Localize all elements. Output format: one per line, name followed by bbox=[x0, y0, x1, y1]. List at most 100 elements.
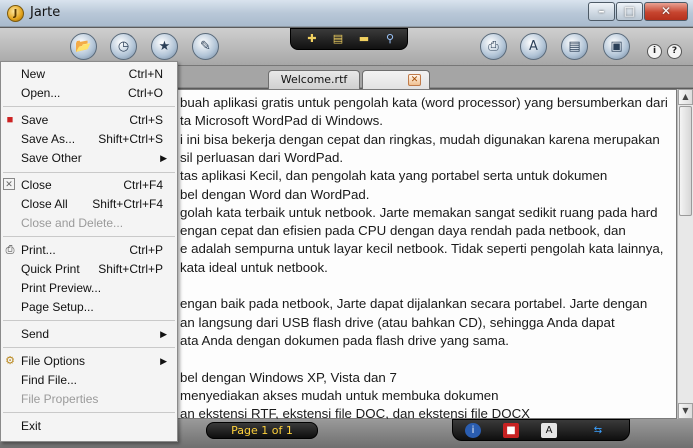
menu-item-label: Close and Delete... bbox=[21, 216, 124, 230]
menu-item-quick-print[interactable]: Quick Print Shift+Ctrl+P bbox=[1, 260, 177, 279]
menu-item-file-options[interactable]: ⚙ File Options ▶ bbox=[1, 352, 177, 371]
menu-separator bbox=[3, 412, 175, 413]
font-status-icon[interactable]: A bbox=[541, 423, 557, 438]
print-icon[interactable]: ⎙ bbox=[480, 33, 507, 60]
menu-item-print-preview[interactable]: Print Preview... bbox=[1, 279, 177, 298]
window-title: Jarte bbox=[30, 5, 61, 20]
chart-icon[interactable]: ▤ bbox=[329, 31, 347, 47]
menu-item-label: Close bbox=[21, 178, 52, 192]
menu-item-shortcut: Ctrl+O bbox=[127, 86, 163, 100]
maximize-icon: □ bbox=[623, 4, 636, 18]
document-line: bel dengan Word dan WordPad. bbox=[180, 187, 370, 202]
menu-item-close[interactable]: ✕ Close Ctrl+F4 bbox=[1, 176, 177, 195]
menu-item-shortcut: Ctrl+S bbox=[129, 113, 163, 127]
folder-icon[interactable]: ▬ bbox=[355, 31, 373, 47]
submenu-arrow-icon: ▶ bbox=[160, 153, 167, 163]
document-line: e adalah sempurna untuk layar kecil netb… bbox=[180, 241, 664, 256]
star-icon[interactable]: ★ bbox=[151, 33, 178, 60]
menu-item-label: Print... bbox=[21, 243, 56, 257]
menu-item-exit[interactable]: Exit bbox=[1, 417, 177, 436]
save-icon: ■ bbox=[6, 114, 14, 126]
menu-item-close-all[interactable]: Close All Shift+Ctrl+F4 bbox=[1, 195, 177, 214]
menu-item-label: File Properties bbox=[21, 392, 99, 406]
help-icon[interactable]: ? bbox=[667, 44, 682, 59]
document-line: golah kata terbaik untuk netbook. Jarte … bbox=[180, 205, 658, 220]
menu-item-save-other[interactable]: Save Other ▶ bbox=[1, 149, 177, 168]
info-icon[interactable]: i bbox=[647, 44, 662, 59]
menu-item-file-properties: File Properties bbox=[1, 390, 177, 409]
document-line: an langsung dari USB flash drive (atau b… bbox=[180, 315, 615, 330]
new-doc-icon[interactable]: ✚ bbox=[303, 31, 321, 47]
edit-icon[interactable]: ✎ bbox=[192, 33, 219, 60]
search-icon[interactable]: ⚲ bbox=[381, 31, 399, 47]
menu-item-shortcut: Ctrl+F4 bbox=[123, 178, 163, 192]
paste-icon[interactable]: ▣ bbox=[603, 33, 630, 60]
menu-item-send[interactable]: Send ▶ bbox=[1, 325, 177, 344]
file-menu: New Ctrl+N Open... Ctrl+O ■ Save Ctrl+S … bbox=[0, 61, 178, 442]
scroll-down-icon[interactable]: ▼ bbox=[678, 403, 693, 419]
document-line: ata Anda dengan dokumen pada flash drive… bbox=[180, 333, 509, 348]
document-line: engan baik pada netbook, Jarte dapat dij… bbox=[180, 296, 648, 311]
menu-item-print[interactable]: ⎙ Print... Ctrl+P bbox=[1, 241, 177, 260]
document-line: i ini bisa bekerja dengan cepat dan ring… bbox=[180, 132, 660, 147]
document-line: engan cepat dan efisien pada CPU dengan … bbox=[180, 223, 626, 238]
page-indicator: Page 1 of 1 bbox=[206, 422, 318, 439]
jarte-window: J Jarte – □ ✕ 📂 ◷ ★ ✎ ⎙ A ▤ ▣ i ? ✚ ▤ ▬ … bbox=[0, 0, 693, 448]
menu-item-label: Close All bbox=[21, 197, 68, 211]
quick-tools-strip: ✚ ▤ ▬ ⚲ bbox=[290, 28, 408, 50]
menu-item-label: Page Setup... bbox=[21, 300, 94, 314]
doc-icon[interactable]: ▤ bbox=[561, 33, 588, 60]
submenu-arrow-icon: ▶ bbox=[160, 329, 167, 339]
menu-item-label: Open... bbox=[21, 86, 61, 100]
menu-item-open[interactable]: Open... Ctrl+O bbox=[1, 84, 177, 103]
menu-item-shortcut: Ctrl+N bbox=[128, 67, 163, 81]
scroll-up-icon[interactable]: ▲ bbox=[678, 89, 693, 105]
menu-item-label: New bbox=[21, 67, 46, 81]
printer-icon: ⎙ bbox=[5, 244, 15, 256]
info-status-icon[interactable]: i bbox=[465, 423, 481, 438]
menu-item-save[interactable]: ■ Save Ctrl+S bbox=[1, 111, 177, 130]
submenu-arrow-icon: ▶ bbox=[160, 356, 167, 366]
menu-separator bbox=[3, 236, 175, 237]
wrap-toggle-icon[interactable]: ⇆ bbox=[590, 423, 606, 438]
menu-item-new[interactable]: New Ctrl+N bbox=[1, 65, 177, 84]
document-line: ta Microsoft WordPad di Windows. bbox=[180, 113, 383, 128]
close-icon: ✕ bbox=[660, 4, 672, 18]
gear-icon: ⚙ bbox=[5, 355, 15, 367]
minimize-button[interactable]: – bbox=[588, 2, 615, 21]
menu-item-save-as[interactable]: Save As... Shift+Ctrl+S bbox=[1, 130, 177, 149]
tab-untitled[interactable]: ✕ bbox=[362, 70, 430, 89]
menu-item-page-setup[interactable]: Page Setup... bbox=[1, 298, 177, 317]
menu-item-shortcut: Shift+Ctrl+F4 bbox=[92, 197, 163, 211]
document-line: kata ideal untuk netbook. bbox=[180, 260, 328, 275]
menu-item-label: Send bbox=[21, 327, 50, 341]
menu-item-shortcut: Ctrl+P bbox=[129, 243, 163, 257]
document-line: menyediakan akses mudah untuk membuka do… bbox=[180, 388, 499, 403]
menu-item-shortcut: Shift+Ctrl+S bbox=[98, 132, 163, 146]
menu-item-label: Save Other bbox=[21, 151, 82, 165]
maximize-button[interactable]: □ bbox=[616, 2, 643, 21]
menu-item-label: Save As... bbox=[21, 132, 76, 146]
menu-item-label: Save bbox=[21, 113, 49, 127]
menu-separator bbox=[3, 320, 175, 321]
document-line: tas aplikasi Kecil, dan pengolah kata ya… bbox=[180, 168, 608, 183]
tab-welcome-rtf[interactable]: Welcome.rtf bbox=[268, 70, 360, 89]
scroll-thumb[interactable] bbox=[679, 106, 692, 216]
menu-item-label: Find File... bbox=[21, 373, 78, 387]
menu-item-find-file[interactable]: Find File... bbox=[1, 371, 177, 390]
tab-close-icon[interactable]: ✕ bbox=[408, 74, 421, 86]
open-icon[interactable]: 📂 bbox=[70, 33, 97, 60]
close-window-button[interactable]: ✕ bbox=[644, 2, 688, 21]
save-status-icon[interactable]: ■ bbox=[503, 423, 519, 438]
document-line: sil perluasan dari WordPad. bbox=[180, 150, 344, 165]
jarte-app-icon[interactable]: J bbox=[7, 5, 24, 22]
font-icon[interactable]: A bbox=[520, 33, 547, 60]
vertical-scrollbar[interactable]: ▲ ▼ bbox=[677, 89, 693, 419]
menu-item-shortcut: Shift+Ctrl+P bbox=[98, 262, 163, 276]
clock-icon[interactable]: ◷ bbox=[110, 33, 137, 60]
menu-item-close-and-delete: Close and Delete... bbox=[1, 214, 177, 233]
title-bar: J Jarte – □ ✕ bbox=[0, 0, 693, 27]
menu-separator bbox=[3, 106, 175, 107]
menu-item-label: Exit bbox=[21, 419, 42, 433]
close-doc-icon: ✕ bbox=[3, 178, 15, 190]
